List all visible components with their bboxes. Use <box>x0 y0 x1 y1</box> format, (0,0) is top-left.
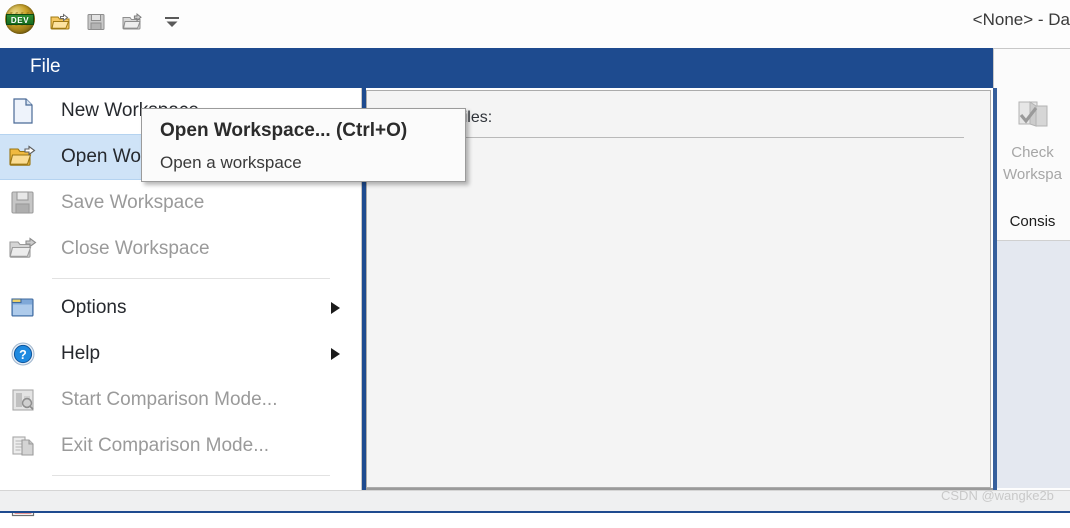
menu-header-bar: File <box>0 48 993 88</box>
menu-item-options[interactable]: Options <box>0 285 362 331</box>
check-workspace-button[interactable]: Check Workspa <box>994 98 1070 186</box>
help-question-icon: ? <box>0 331 46 377</box>
svg-text:?: ? <box>19 348 27 362</box>
submenu-arrow-icon <box>331 302 340 314</box>
status-bar <box>0 490 1070 513</box>
right-panel-lower-area <box>994 241 1070 488</box>
close-workspace-toolbar-button[interactable] <box>121 11 143 33</box>
title-bar: DEV <None> - Da <box>0 0 1070 44</box>
menu-item-exit-comparison-mode[interactable]: Exit Comparison Mode... <box>0 423 362 469</box>
check-workspace-label-line2: Workspa <box>1003 166 1062 183</box>
menu-item-close-workspace[interactable]: Close Workspace <box>0 226 362 272</box>
logo-dev-badge: DEV <box>6 14 34 25</box>
options-folder-icon <box>0 285 46 331</box>
recent-files-divider <box>389 137 964 138</box>
floppy-disk-save-icon <box>0 180 46 226</box>
right-ribbon-panel: Check Workspa Consis <box>993 48 1070 488</box>
watermark: CSDN @wangke2b <box>941 488 1054 503</box>
menu-item-label: Close Workspace <box>61 238 210 259</box>
window-title: <None> - Da <box>972 10 1070 29</box>
menu-item-label: Exit Comparison Mode... <box>61 435 270 456</box>
check-workspace-label-line1: Check <box>1011 144 1054 161</box>
close-folder-icon <box>0 226 46 272</box>
tooltip-title: Open Workspace... (Ctrl+O) <box>160 120 408 141</box>
menu-item-save-workspace[interactable]: Save Workspace <box>0 180 362 226</box>
exit-comparison-icon <box>0 423 46 469</box>
new-document-icon <box>0 88 46 134</box>
right-panel-top-divider <box>994 48 1070 49</box>
start-comparison-icon <box>0 377 46 423</box>
customize-toolbar-chevron-down-icon[interactable] <box>163 15 181 29</box>
tooltip-description: Open a workspace <box>160 153 302 172</box>
menu-item-start-comparison-mode[interactable]: Start Comparison Mode... <box>0 377 362 423</box>
open-workspace-toolbar-button[interactable] <box>49 11 71 33</box>
application-window: DEV <None> - Da File files: Check Worksp… <box>0 0 1070 517</box>
tooltip-open-workspace: Open Workspace... (Ctrl+O) Open a worksp… <box>141 108 466 182</box>
menu-item-label: Help <box>61 343 101 364</box>
menu-item-label: Options <box>61 297 127 318</box>
menu-item-help[interactable]: ? Help <box>0 331 362 377</box>
application-logo-icon: DEV <box>5 4 35 34</box>
right-panel-group-label: Consis <box>1009 213 1056 230</box>
right-panel-accent-bar <box>993 88 997 492</box>
menu-separator <box>0 272 362 285</box>
menu-separator <box>0 469 362 482</box>
menu-item-label: Start Comparison Mode... <box>61 389 278 410</box>
submenu-arrow-icon <box>331 348 340 360</box>
save-workspace-toolbar-button[interactable] <box>85 11 107 33</box>
open-folder-icon <box>0 134 46 180</box>
menu-item-label: Save Workspace <box>61 192 205 213</box>
menu-file-label[interactable]: File <box>30 56 61 78</box>
check-workspace-icon <box>1012 98 1054 136</box>
